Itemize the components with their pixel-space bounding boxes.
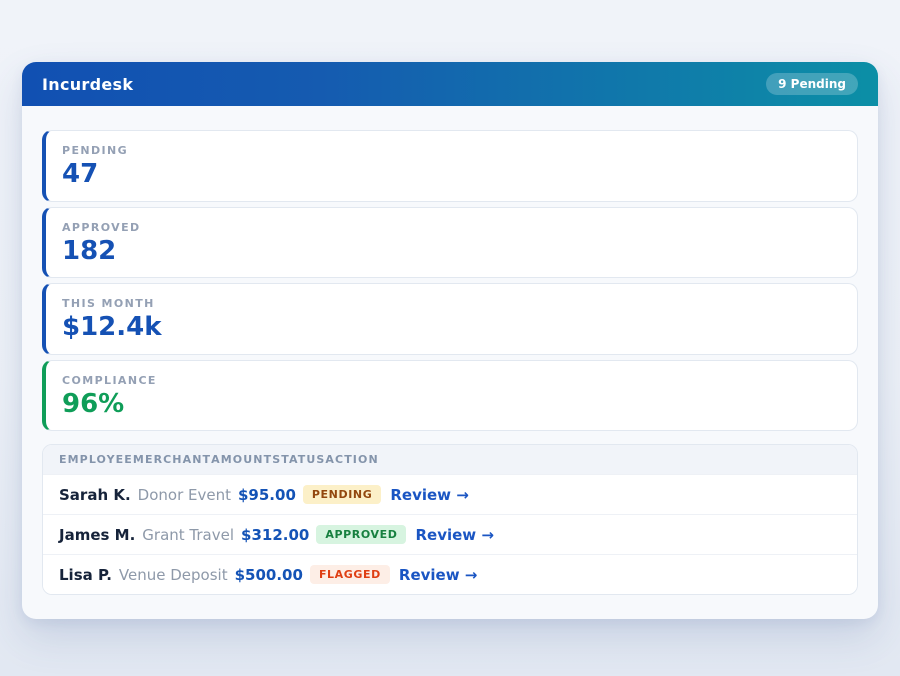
table-header-row: EMPLOYEE MERCHANT AMOUNT STATUS ACTION [43,445,857,474]
status-badge: APPROVED [316,525,406,544]
status-badge: PENDING [303,485,381,504]
stat-value: 47 [62,160,841,189]
column-header-employee: EMPLOYEE [59,453,133,466]
column-header-merchant: MERCHANT [133,453,211,466]
stat-value: 182 [62,237,841,266]
stat-value: 96% [62,390,841,419]
review-link[interactable]: Review → [415,526,493,544]
table-row: James M. Grant Travel $312.00 APPROVED R… [43,514,857,554]
column-header-amount: AMOUNT [211,453,272,466]
merchant-name: Donor Event [138,486,231,504]
review-link[interactable]: Review → [390,486,468,504]
stat-card-compliance: COMPLIANCE 96% [42,360,858,432]
expense-table: EMPLOYEE MERCHANT AMOUNT STATUS ACTION S… [42,444,858,595]
stat-label: COMPLIANCE [62,374,841,387]
stat-value: $12.4k [62,313,841,342]
table-row: Sarah K. Donor Event $95.00 PENDING Revi… [43,474,857,514]
app-header: Incurdesk 9 Pending [22,62,878,106]
stat-label: THIS MONTH [62,297,841,310]
employee-name: James M. [59,526,135,544]
employee-name: Sarah K. [59,486,131,504]
dashboard-card: Incurdesk 9 Pending PENDING 47 APPROVED … [22,62,878,619]
merchant-name: Venue Deposit [119,566,228,584]
stat-label: PENDING [62,144,841,157]
column-header-status: STATUS [272,453,325,466]
table-row: Lisa P. Venue Deposit $500.00 FLAGGED Re… [43,554,857,594]
column-header-action: ACTION [325,453,378,466]
employee-name: Lisa P. [59,566,112,584]
card-body: PENDING 47 APPROVED 182 THIS MONTH $12.4… [22,106,878,619]
stat-card-this-month: THIS MONTH $12.4k [42,283,858,355]
expense-amount: $312.00 [241,526,309,544]
review-link[interactable]: Review → [399,566,477,584]
expense-amount: $500.00 [235,566,303,584]
pending-count-badge: 9 Pending [766,73,858,95]
status-badge: FLAGGED [310,565,390,584]
stat-card-pending: PENDING 47 [42,130,858,202]
app-title: Incurdesk [42,75,133,94]
merchant-name: Grant Travel [142,526,234,544]
expense-amount: $95.00 [238,486,296,504]
stat-card-approved: APPROVED 182 [42,207,858,279]
stat-label: APPROVED [62,221,841,234]
